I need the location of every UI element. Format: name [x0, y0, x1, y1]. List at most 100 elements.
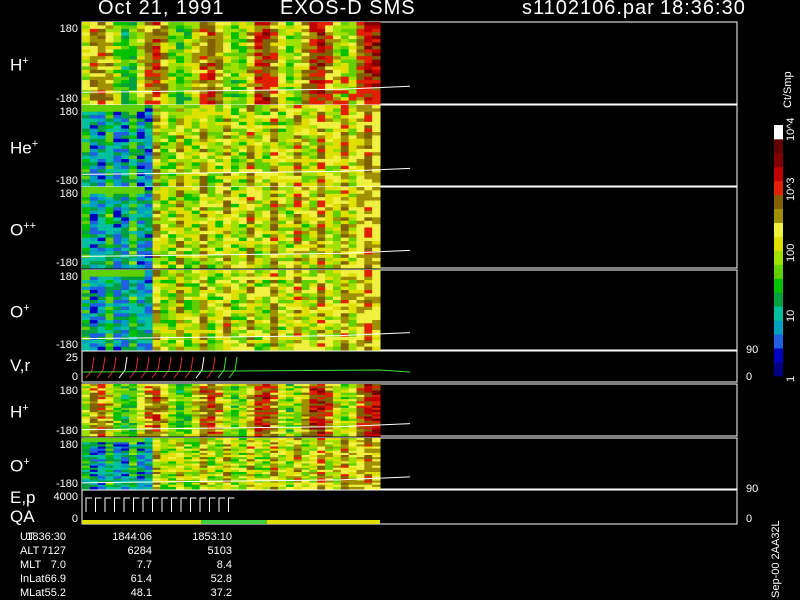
heatmap-cell — [356, 300, 365, 304]
heatmap-cell — [356, 306, 365, 311]
heatmap-cell — [348, 25, 357, 30]
heatmap-cell — [301, 241, 310, 245]
heatmap-cell — [348, 28, 357, 33]
heatmap-cell — [309, 100, 318, 105]
heatmap-cell — [325, 182, 334, 187]
heatmap-cell — [325, 80, 334, 84]
heatmap-cell — [301, 280, 310, 284]
heatmap-cell — [332, 261, 342, 266]
heatmap-cell — [325, 142, 334, 147]
heatmap-cell — [340, 175, 350, 180]
heatmap-cell — [301, 316, 310, 321]
heatmap-cell — [356, 93, 365, 98]
heatmap-cell — [332, 237, 342, 242]
heatmap-cell — [332, 310, 342, 314]
heatmap-cell — [372, 230, 381, 235]
heatmap-cell — [364, 203, 373, 208]
heatmap-cell — [364, 182, 373, 187]
heatmap-cell — [332, 200, 342, 205]
heatmap-cell — [340, 63, 350, 67]
heatmap-cell — [332, 217, 342, 222]
heatmap-cell — [325, 316, 334, 321]
heatmap-cell — [332, 121, 342, 126]
heatmap-cell — [301, 172, 310, 177]
heatmap-cell — [364, 49, 373, 54]
heatmap-cell — [348, 203, 357, 208]
heatmap-cell — [332, 108, 342, 113]
heatmap-cell — [301, 261, 310, 266]
heatmap-cell — [309, 165, 318, 170]
heatmap-cell — [348, 227, 357, 232]
heatmap-cell — [356, 244, 365, 249]
heatmap-cell — [364, 316, 373, 321]
heatmap-cell — [325, 159, 334, 163]
heatmap-cell — [332, 100, 342, 105]
heatmap-cell — [317, 270, 326, 274]
heatmap-cell — [340, 316, 350, 321]
heatmap-cell — [364, 193, 373, 198]
heatmap-cell — [309, 182, 318, 187]
heatmap-cell — [325, 261, 334, 266]
heatmap-cell — [332, 286, 342, 291]
heatmap-cell — [364, 42, 373, 47]
heatmap-cell — [317, 320, 326, 324]
heatmap-cell — [332, 210, 342, 215]
heatmap-cell — [348, 320, 357, 324]
heatmap-cell — [309, 214, 318, 218]
heatmap-cell — [325, 152, 334, 157]
heatmap-cell — [340, 261, 350, 266]
heatmap-cell — [348, 241, 357, 245]
heatmap-cell — [309, 56, 318, 61]
heatmap-cell — [372, 254, 381, 259]
heatmap-cell — [372, 214, 381, 218]
heatmap-cell — [332, 193, 342, 198]
heatmap-cell — [340, 214, 350, 218]
heatmap-cell — [356, 22, 365, 26]
heatmap-cell — [356, 90, 365, 95]
heatmap-cell — [325, 254, 334, 259]
heatmap-cell — [325, 25, 334, 30]
heatmap-cell — [325, 214, 334, 218]
heatmap-cell — [364, 343, 373, 348]
heatmap-cell — [348, 93, 357, 98]
heatmap-cell — [356, 270, 365, 274]
heatmap-cell — [372, 69, 381, 74]
heatmap-cell — [301, 142, 310, 147]
heatmap-cell — [348, 108, 357, 113]
heatmap-cell — [301, 343, 310, 348]
heatmap-cell — [340, 76, 350, 81]
heatmap-cell — [301, 270, 310, 274]
heatmap-cell — [301, 306, 310, 311]
heatmap-cell — [325, 296, 334, 301]
heatmap-cell — [309, 162, 318, 167]
heatmap-cell — [340, 118, 350, 123]
heatmap-cell — [317, 210, 326, 215]
heatmap-cell — [356, 257, 365, 262]
heatmap-cell — [332, 330, 342, 334]
heatmap-cell — [348, 303, 357, 308]
heatmap-cell — [356, 323, 365, 328]
heatmap-cell — [309, 264, 318, 269]
heatmap-cell — [340, 296, 350, 301]
heatmap-cell — [348, 244, 357, 249]
heatmap-cell — [309, 128, 318, 133]
heatmap-cell — [309, 300, 318, 304]
heatmap-cell — [301, 203, 310, 208]
heatmap-cell — [317, 69, 326, 74]
heatmap-cell — [340, 100, 350, 105]
heatmap-cell — [309, 251, 318, 256]
heatmap-cell — [309, 105, 318, 109]
heatmap-cell — [356, 241, 365, 245]
heatmap-cell — [317, 197, 326, 202]
heatmap-cell — [332, 303, 342, 308]
heatmap-cell — [372, 142, 381, 147]
heatmap-cell — [301, 433, 310, 437]
heatmap-cell — [356, 35, 365, 40]
heatmap-cell — [372, 290, 381, 294]
heatmap-cell — [301, 80, 310, 84]
heatmap-cell — [364, 97, 373, 102]
heatmap-cell — [372, 22, 381, 26]
heatmap-cell — [332, 155, 342, 160]
heatmap-cell — [325, 190, 334, 195]
heatmap-cell — [317, 28, 326, 33]
